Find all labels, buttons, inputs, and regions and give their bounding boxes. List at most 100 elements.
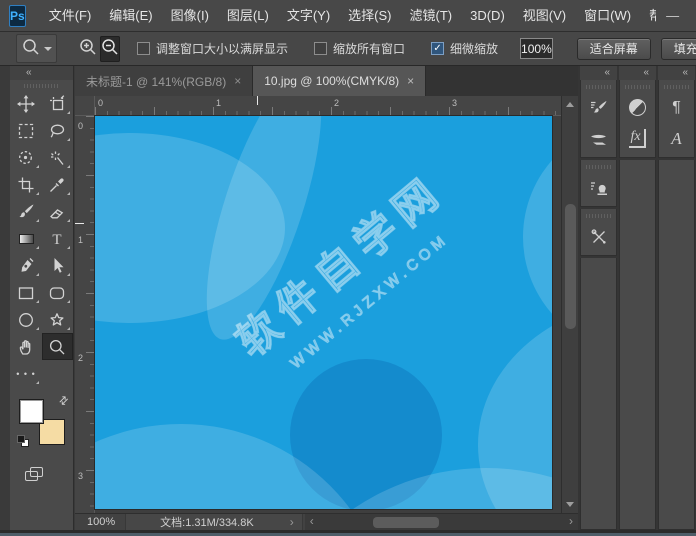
- tool-presets-panel-icon[interactable]: [581, 221, 616, 252]
- crop-tool[interactable]: [11, 171, 42, 198]
- checkbox-icon[interactable]: [137, 42, 150, 55]
- tab-untitled-1[interactable]: 未标题-1 @ 141%(RGB/8) ×: [75, 66, 253, 96]
- checkbox-checked-icon[interactable]: ✓: [431, 42, 444, 55]
- screen-mode-icon: [30, 467, 43, 477]
- horizontal-scrollbar[interactable]: ‹ ›: [305, 514, 578, 530]
- scroll-down-icon[interactable]: [566, 502, 574, 507]
- default-colors-icon[interactable]: [17, 435, 29, 447]
- menu-image[interactable]: 图像(I): [162, 0, 218, 32]
- menu-layer[interactable]: 图层(L): [218, 0, 278, 32]
- rectangular-marquee-tool[interactable]: [11, 117, 42, 144]
- menu-window[interactable]: 窗口(W): [575, 0, 640, 32]
- cursor-position-marker: [257, 96, 258, 105]
- ruler-corner[interactable]: [75, 96, 95, 116]
- status-zoom-level[interactable]: 100%: [75, 516, 125, 528]
- document-viewport: 0 1 2 3 0 1 2 3: [75, 96, 578, 513]
- dock-column-3: « ¶ A: [658, 66, 695, 530]
- eraser-tool[interactable]: [42, 198, 73, 225]
- ellipsis-icon: • • •: [16, 369, 35, 379]
- tab-10jpg[interactable]: 10.jpg @ 100%(CMYK/8) ×: [253, 66, 426, 96]
- custom-shape-tool[interactable]: [42, 306, 73, 333]
- panel-grip[interactable]: [586, 163, 611, 170]
- zoom-level-input[interactable]: 100%: [520, 38, 553, 59]
- fill-screen-button[interactable]: 填充屏幕: [661, 38, 696, 60]
- menu-edit[interactable]: 编辑(E): [100, 0, 161, 32]
- rectangle-tool[interactable]: [11, 279, 42, 306]
- character-panel-icon[interactable]: A: [659, 123, 694, 154]
- quick-selection-tool[interactable]: [11, 144, 42, 171]
- swap-colors-icon[interactable]: ⇄: [56, 393, 72, 409]
- vertical-scrollbar-thumb[interactable]: [565, 204, 576, 329]
- checkbox-icon[interactable]: [314, 42, 327, 55]
- toolbar-grip[interactable]: [24, 82, 60, 89]
- move-tool[interactable]: [11, 90, 42, 117]
- brush-settings-panel-icon[interactable]: [581, 92, 616, 123]
- ellipse-tool[interactable]: [11, 306, 42, 333]
- panel-grip[interactable]: [586, 83, 611, 90]
- pen-tool[interactable]: [11, 252, 42, 279]
- screen-mode-button[interactable]: [25, 467, 45, 485]
- direct-selection-tool[interactable]: [42, 252, 73, 279]
- collapse-panels-button[interactable]: «: [580, 66, 617, 80]
- toolbar-collapse-button[interactable]: «: [10, 66, 73, 80]
- artboard-tool[interactable]: [42, 90, 73, 117]
- scroll-left-icon[interactable]: ‹: [310, 514, 314, 529]
- lasso-tool[interactable]: [42, 117, 73, 144]
- collapse-panels-button[interactable]: «: [619, 66, 656, 80]
- minimize-button[interactable]: —: [656, 1, 689, 31]
- foreground-color-swatch[interactable]: [19, 399, 44, 424]
- styles-panel-icon[interactable]: fx: [620, 123, 655, 154]
- rounded-rectangle-tool[interactable]: [42, 279, 73, 306]
- maximize-button[interactable]: [689, 1, 696, 31]
- eyedropper-tool[interactable]: [42, 171, 73, 198]
- menu-select[interactable]: 选择(S): [339, 0, 400, 32]
- close-tab-icon[interactable]: ×: [234, 74, 241, 88]
- zoom-out-button[interactable]: [100, 36, 120, 62]
- zoom-tool-preset-button[interactable]: [16, 34, 57, 63]
- edit-toolbar-button[interactable]: • • •: [11, 360, 42, 387]
- panel-group: [580, 160, 617, 207]
- photoshop-logo: Ps: [9, 5, 26, 27]
- type-tool[interactable]: T: [42, 225, 73, 252]
- magic-wand-tool[interactable]: [42, 144, 73, 171]
- brush-presets-panel-icon[interactable]: [581, 123, 616, 154]
- menu-help-clipped[interactable]: 帮助(H): [640, 0, 656, 32]
- gradient-tool[interactable]: [11, 225, 42, 252]
- document-area: 未标题-1 @ 141%(RGB/8) × 10.jpg @ 100%(CMYK…: [75, 66, 578, 530]
- panel-grip[interactable]: [625, 83, 650, 90]
- adjustments-panel-icon[interactable]: [620, 92, 655, 123]
- clone-source-panel-icon[interactable]: [581, 172, 616, 203]
- menu-view[interactable]: 视图(V): [514, 0, 575, 32]
- scroll-right-icon[interactable]: ›: [569, 514, 573, 529]
- panel-grip[interactable]: [586, 212, 611, 219]
- collapse-panels-button[interactable]: «: [658, 66, 695, 80]
- scrubby-zoom-checkbox[interactable]: ✓ 细微缩放: [431, 40, 498, 57]
- hand-tool[interactable]: [11, 333, 42, 360]
- tab-title: 未标题-1 @ 141%(RGB/8): [86, 73, 226, 90]
- resize-windows-checkbox[interactable]: 调整窗口大小以满屏显示: [137, 40, 288, 57]
- document-info[interactable]: 文档:1.31M/334.8K ›: [125, 514, 303, 530]
- collapse-icon: «: [643, 67, 650, 78]
- menu-file[interactable]: 文件(F): [40, 0, 101, 32]
- scroll-up-icon[interactable]: [566, 102, 574, 107]
- menu-3d[interactable]: 3D(D): [461, 0, 514, 32]
- zoom-in-button[interactable]: [78, 36, 98, 62]
- zoom-all-windows-checkbox[interactable]: 缩放所有窗口: [314, 40, 405, 57]
- tools-grid: T • • •: [11, 90, 73, 387]
- canvas[interactable]: 软件自学网 WWW.RJZXW.COM: [95, 116, 552, 509]
- adjustments-icon: [629, 99, 646, 116]
- close-tab-icon[interactable]: ×: [407, 74, 414, 88]
- fit-screen-button[interactable]: 适合屏幕: [577, 38, 651, 60]
- menu-type[interactable]: 文字(Y): [278, 0, 339, 32]
- window-bottom-edge: [0, 530, 696, 536]
- zoom-tool[interactable]: [42, 333, 73, 360]
- brush-tool[interactable]: [11, 198, 42, 225]
- canvas-circle: [478, 299, 552, 509]
- menu-filter[interactable]: 滤镜(T): [401, 0, 462, 32]
- status-menu-chevron-icon[interactable]: ›: [290, 515, 294, 529]
- horizontal-scrollbar-thumb[interactable]: [373, 517, 439, 528]
- panel-grip[interactable]: [664, 83, 689, 90]
- vertical-scrollbar[interactable]: [561, 96, 578, 513]
- ruler-number: 3: [452, 98, 457, 108]
- paragraph-panel-icon[interactable]: ¶: [659, 92, 694, 123]
